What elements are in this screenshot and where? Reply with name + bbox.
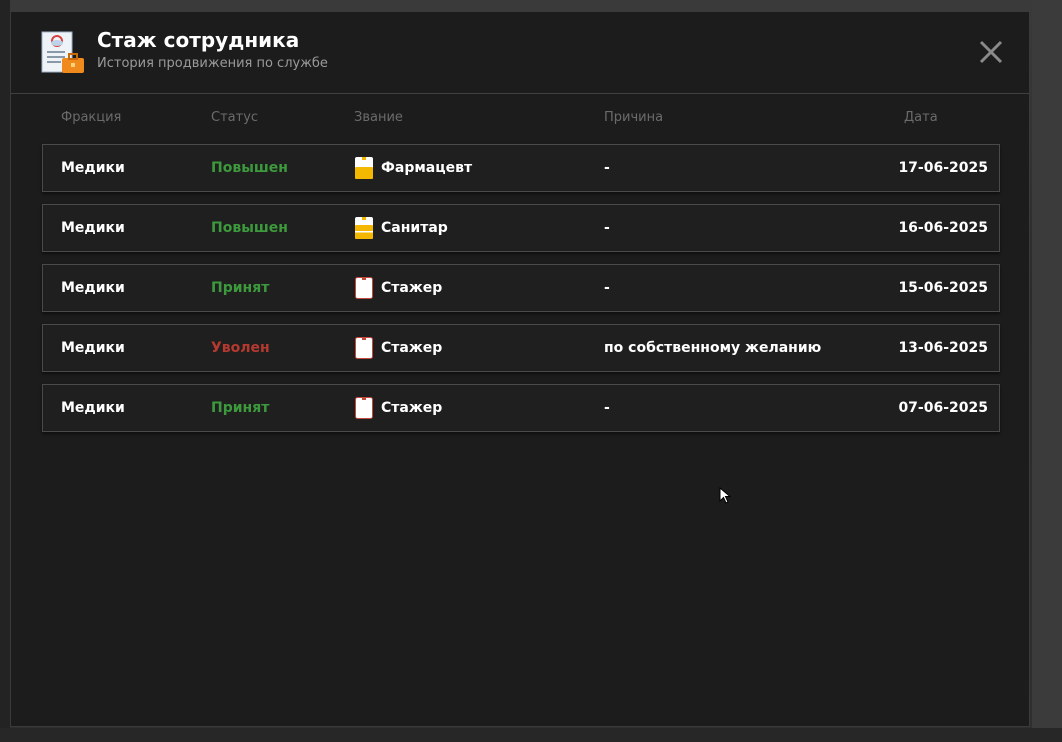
- rank-badge-empty-icon: [355, 337, 373, 359]
- status-cell: Повышен: [211, 220, 288, 236]
- column-header-rank: Звание: [354, 110, 403, 125]
- reason-cell: -: [604, 220, 610, 236]
- status-cell: Принят: [211, 400, 270, 416]
- date-cell: 15-06-2025: [898, 280, 988, 296]
- rank-badge-filled-icon: [355, 217, 373, 239]
- reason-cell: по собственному желанию: [604, 340, 822, 356]
- rank-cell: Стажер: [381, 400, 443, 416]
- rank-badge-empty-icon: [355, 277, 373, 299]
- dialog-header: Стаж сотрудника История продвижения по с…: [11, 12, 1029, 94]
- column-header-faction: Фракция: [61, 110, 122, 125]
- rank-cell: Санитар: [381, 220, 448, 236]
- date-cell: 13-06-2025: [898, 340, 988, 356]
- table-row: Медики Повышен Фармацевт - 17-06-2025: [42, 144, 1000, 192]
- rank-cell: Стажер: [381, 280, 443, 296]
- column-header-date: Дата: [904, 110, 938, 125]
- table-row: Медики Принят Стажер - 07-06-2025: [42, 384, 1000, 432]
- rank-cell: Фармацевт: [381, 160, 473, 176]
- reason-cell: -: [604, 280, 610, 296]
- column-header-reason: Причина: [604, 110, 664, 125]
- rank-cell: Стажер: [381, 340, 443, 356]
- faction-cell: Медики: [61, 400, 125, 416]
- rank-badge-empty-icon: [355, 397, 373, 419]
- date-cell: 16-06-2025: [898, 220, 988, 236]
- status-cell: Принят: [211, 280, 270, 296]
- status-cell: Уволен: [211, 340, 270, 356]
- faction-cell: Медики: [61, 280, 125, 296]
- date-cell: 07-06-2025: [898, 400, 988, 416]
- close-icon[interactable]: [977, 38, 1005, 66]
- seniority-dialog: Стаж сотрудника История продвижения по с…: [10, 11, 1030, 727]
- table-row: Медики Повышен Санитар - 16-06-2025: [42, 204, 1000, 252]
- rank-badge-filled-icon: [355, 157, 373, 179]
- faction-cell: Медики: [61, 160, 125, 176]
- reason-cell: -: [604, 400, 610, 416]
- faction-cell: Медики: [61, 340, 125, 356]
- employee-record-icon: [41, 31, 84, 73]
- table-row: Медики Принят Стажер - 15-06-2025: [42, 264, 1000, 312]
- date-cell: 17-06-2025: [898, 160, 988, 176]
- mouse-cursor-icon: [719, 487, 731, 504]
- dialog-title: Стаж сотрудника: [97, 28, 300, 52]
- status-cell: Повышен: [211, 160, 288, 176]
- background-left-strip: [0, 0, 10, 742]
- table-row: Медики Уволен Стажер по собственному жел…: [42, 324, 1000, 372]
- reason-cell: -: [604, 160, 610, 176]
- background-bottom-strip: [0, 728, 1062, 742]
- column-header-status: Статус: [211, 110, 259, 125]
- faction-cell: Медики: [61, 220, 125, 236]
- dialog-subtitle: История продвижения по службе: [97, 56, 328, 71]
- background-right-strip: [1032, 0, 1062, 742]
